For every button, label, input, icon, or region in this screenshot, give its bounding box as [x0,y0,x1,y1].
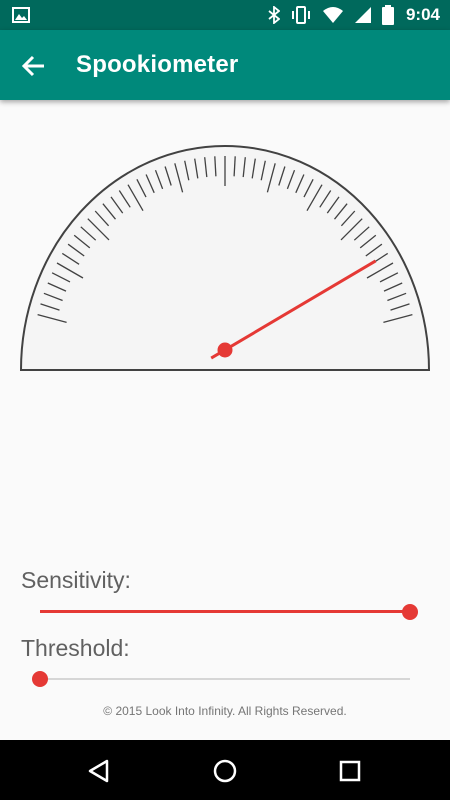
app-bar: Spookiometer [0,30,450,100]
slider-fill [40,610,410,613]
status-bar: 9:04 [0,0,450,30]
bluetooth-icon [268,6,280,24]
recents-square-icon[interactable] [335,756,365,786]
gauge-pivot [217,342,233,358]
spookiometer-gauge [19,145,431,371]
slider-thumb[interactable] [402,604,418,620]
home-circle-icon[interactable] [210,756,240,786]
copyright-text: © 2015 Look Into Infinity. All Rights Re… [103,704,347,718]
slider-track [40,678,410,680]
battery-icon [381,5,394,25]
vibrate-icon [291,6,310,24]
nav-bar [0,740,450,800]
sensitivity-label: Sensitivity: [21,567,131,593]
wifi-icon [322,7,343,23]
threshold-label: Threshold: [21,635,130,661]
cellular-signal-icon [354,7,371,23]
page-title: Spookiometer [76,51,239,78]
arrow-back-icon[interactable] [18,50,50,82]
sensitivity-slider[interactable] [40,600,418,624]
back-triangle-icon[interactable] [85,756,115,786]
clock: 9:04 [405,5,440,24]
slider-thumb[interactable] [32,671,48,687]
threshold-slider[interactable] [32,667,410,691]
image-notification-icon [12,7,30,23]
